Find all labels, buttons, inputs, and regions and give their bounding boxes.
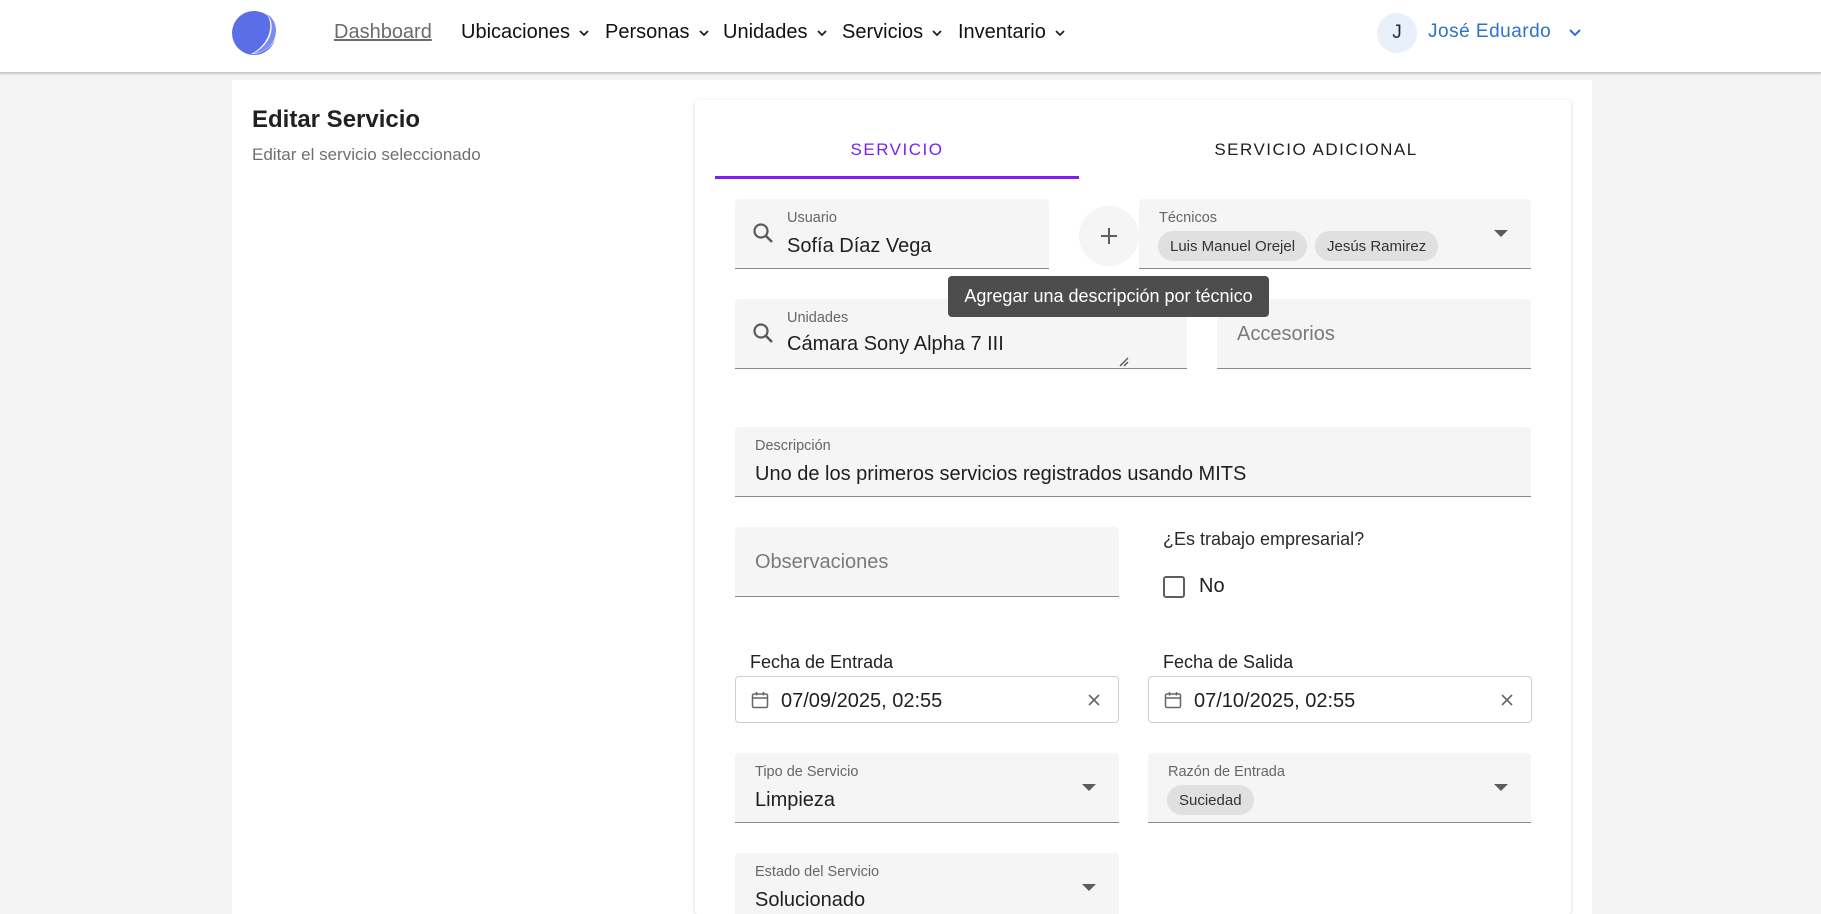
tecnicos-select[interactable]: Técnicos Luis Manuel Orejel Jesús Ramire… [1139,199,1531,269]
razon-entrada-label: Razón de Entrada [1168,764,1285,780]
dropdown-arrow-icon[interactable] [1494,230,1508,237]
plus-icon [1101,228,1117,244]
nav-personas-menu[interactable]: Personas [605,21,710,44]
nav-personas-label: Personas [605,21,690,43]
calendar-icon[interactable] [750,690,770,710]
tipo-servicio-select[interactable]: Tipo de Servicio Limpieza [735,753,1119,823]
descripcion-label: Descripción [755,438,831,454]
razon-entrada-chip[interactable]: Suciedad [1167,785,1254,815]
usuario-field[interactable]: Usuario Sofía Díaz Vega [735,199,1049,269]
user-menu-name[interactable]: José Eduardo [1428,21,1551,43]
tecnico-chip[interactable]: Jesús Ramirez [1315,231,1439,261]
tab-servicio-adicional[interactable]: SERVICIO ADICIONAL [1131,140,1501,160]
usuario-value: Sofía Díaz Vega [787,235,932,257]
clear-icon[interactable] [1499,692,1515,708]
tecnico-chip[interactable]: Luis Manuel Orejel [1158,231,1308,261]
razon-entrada-select[interactable]: Razón de Entrada Suciedad [1148,753,1531,823]
chevron-down-icon [698,29,709,36]
nav-inventario-label: Inventario [958,21,1046,43]
nav-dashboard-link[interactable]: Dashboard [334,21,432,44]
search-icon [753,223,773,243]
fecha-salida-input[interactable]: 07/10/2025, 02:55 [1148,676,1532,723]
fecha-entrada-value: 07/09/2025, 02:55 [781,690,943,712]
nav-servicios-label: Servicios [842,21,924,43]
unidades-value: Cámara Sony Alpha 7 III [787,333,1004,355]
dropdown-arrow-icon[interactable] [1082,884,1096,891]
search-icon [753,323,773,343]
chevron-down-icon [579,29,589,36]
chevron-down-icon [1055,29,1065,36]
nav-unidades-menu[interactable]: Unidades [723,21,828,44]
tipo-servicio-label: Tipo de Servicio [755,764,859,780]
nav-ubicaciones-label: Ubicaciones [461,21,570,43]
page-title: Editar Servicio [252,106,421,133]
add-tecnico-description-button[interactable] [1079,206,1139,266]
usuario-label: Usuario [787,210,837,226]
nav-inventario-menu[interactable]: Inventario [958,21,1066,44]
observaciones-placeholder: Observaciones [755,551,889,573]
nav-servicios-menu[interactable]: Servicios [842,21,943,44]
app-logo-icon[interactable] [231,8,280,57]
descripcion-value: Uno de los primeros servicios registrado… [755,463,1247,485]
add-description-tooltip: Agregar una descripción por técnico [948,276,1269,317]
resize-handle-icon[interactable] [1118,357,1130,367]
fecha-salida-label: Fecha de Salida [1163,652,1294,672]
unidades-label: Unidades [787,310,849,326]
tecnicos-label: Técnicos [1159,210,1218,226]
clear-icon[interactable] [1086,692,1102,708]
chevron-down-icon [816,29,827,36]
calendar-icon[interactable] [1163,690,1183,710]
chevron-down-icon [932,29,942,36]
fecha-entrada-input[interactable]: 07/09/2025, 02:55 [735,676,1119,723]
fecha-entrada-label: Fecha de Entrada [750,652,894,672]
descripcion-field[interactable]: Descripción Uno de los primeros servicio… [735,427,1531,497]
accesorios-placeholder: Accesorios [1237,323,1335,345]
page-subtitle: Editar el servicio seleccionado [252,145,481,164]
nav-ubicaciones-menu[interactable]: Ubicaciones [461,21,590,44]
user-avatar[interactable]: J [1377,13,1417,53]
empresarial-checkbox-label[interactable]: No [1199,575,1225,598]
dropdown-arrow-icon[interactable] [1494,784,1508,791]
estado-servicio-value: Solucionado [755,889,866,911]
estado-servicio-select[interactable]: Estado del Servicio Solucionado [735,853,1119,914]
chevron-down-icon[interactable] [1568,25,1582,39]
empresarial-question: ¿Es trabajo empresarial? [1163,529,1365,549]
estado-servicio-label: Estado del Servicio [755,864,880,880]
active-tab-indicator [715,176,1079,179]
tipo-servicio-value: Limpieza [755,789,836,811]
tab-servicio[interactable]: SERVICIO [715,140,1079,160]
empresarial-checkbox[interactable] [1163,576,1185,598]
fecha-salida-value: 07/10/2025, 02:55 [1194,690,1356,712]
observaciones-field[interactable]: Observaciones [735,527,1119,597]
top-navbar: Dashboard Ubicaciones Personas Unidades … [0,0,1821,73]
nav-unidades-label: Unidades [723,21,808,43]
dropdown-arrow-icon[interactable] [1082,784,1096,791]
